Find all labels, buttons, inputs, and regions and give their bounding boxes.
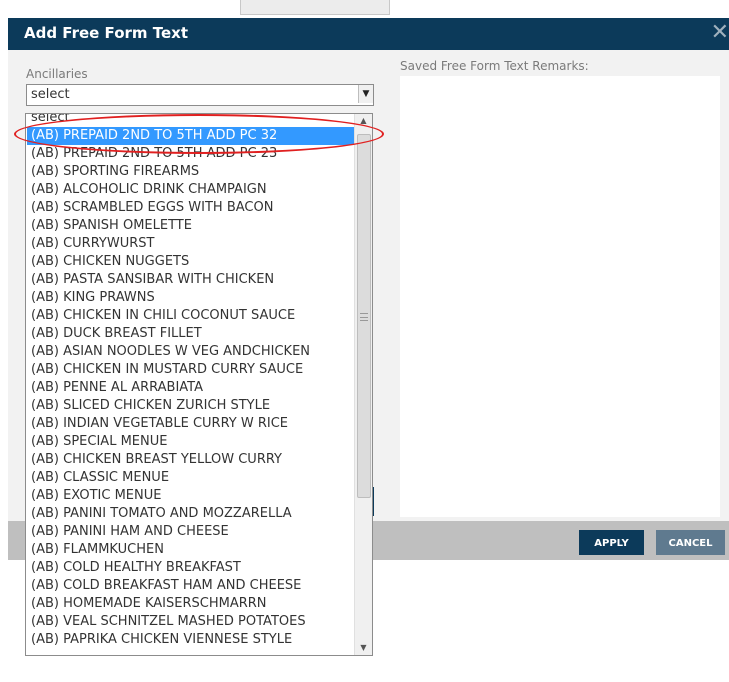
dropdown-option-placeholder[interactable]: select — [27, 114, 357, 127]
dropdown-option[interactable]: (AB) SPANISH OMELETTE — [27, 217, 357, 235]
dropdown-option[interactable]: (AB) KING PRAWNS — [27, 289, 357, 307]
dropdown-option[interactable]: (AB) CHICKEN IN MUSTARD CURRY SAUCE — [27, 361, 357, 379]
dropdown-option[interactable]: (AB) CHICKEN NUGGETS — [27, 253, 357, 271]
dropdown-option[interactable]: (AB) HOMEMADE KAISERSCHMARRN — [27, 595, 357, 613]
scroll-up-icon[interactable]: ▲ — [355, 114, 372, 128]
dropdown-option[interactable]: (AB) PREPAID 2ND TO 5TH ADD PC 23 — [27, 145, 357, 163]
cancel-button[interactable]: CANCEL — [656, 530, 725, 555]
dropdown-option[interactable]: (AB) PASTA SANSIBAR WITH CHICKEN — [27, 271, 357, 289]
ancillaries-dropdown-list[interactable]: (AB) PAPRIKA CHICKEN VIENNESE STYLE (AB) … — [25, 113, 373, 656]
dropdown-arrow-icon[interactable]: ▼ — [358, 85, 373, 103]
dropdown-option[interactable]: (AB) CHICKEN IN CHILI COCONUT SAUCE — [27, 307, 357, 325]
dialog-title: Add Free Form Text — [24, 24, 189, 42]
dropdown-option[interactable]: (AB) ALCOHOLIC DRINK CHAMPAIGN — [27, 181, 357, 199]
dropdown-option[interactable]: (AB) DUCK BREAST FILLET — [27, 325, 357, 343]
dropdown-option[interactable]: (AB) CHICKEN BREAST YELLOW CURRY — [27, 451, 357, 469]
dropdown-option[interactable]: (AB) COLD BREAKFAST HAM AND CHEESE — [27, 577, 357, 595]
scroll-thumb[interactable] — [357, 134, 371, 498]
dropdown-option[interactable]: (AB) PANINI TOMATO AND MOZZARELLA — [27, 505, 357, 523]
background-page-strip — [0, 0, 729, 18]
dropdown-option[interactable]: (AB) COLD HEALTHY BREAKFAST — [27, 559, 357, 577]
dropdown-option[interactable]: (AB) CLASSIC MENUE — [27, 469, 357, 487]
dropdown-option[interactable]: (AB) CURRYWURST — [27, 235, 357, 253]
saved-remarks-label: Saved Free Form Text Remarks: — [400, 59, 589, 73]
dropdown-option[interactable]: (AB) PREPAID 2ND TO 5TH ADD PC 32 — [27, 127, 357, 145]
saved-remarks-area[interactable] — [400, 76, 720, 517]
background-tab — [240, 0, 390, 15]
dropdown-option[interactable]: (AB) SPORTING FIREARMS — [27, 163, 357, 181]
dialog-header: Add Free Form Text ✕ — [8, 18, 729, 50]
scroll-down-icon[interactable]: ▼ — [355, 641, 372, 655]
dropdown-option[interactable]: (AB) SCRAMBLED EGGS WITH BACON — [27, 199, 357, 217]
dropdown-option[interactable]: (AB) FLAMMKUCHEN — [27, 541, 357, 559]
ancillaries-select[interactable]: select ▼ — [26, 84, 374, 106]
dropdown-option[interactable]: (AB) PENNE AL ARRABIATA — [27, 379, 357, 397]
dropdown-option[interactable]: (AB) PANINI HAM AND CHEESE — [27, 523, 357, 541]
dropdown-option[interactable]: (AB) INDIAN VEGETABLE CURRY W RICE — [27, 415, 357, 433]
dropdown-option[interactable]: (AB) EXOTIC MENUE — [27, 487, 357, 505]
dropdown-option[interactable]: (AB) SPECIAL MENUE — [27, 433, 357, 451]
grip-icon — [360, 313, 368, 321]
ancillaries-label: Ancillaries — [26, 67, 88, 81]
dropdown-scrollbar[interactable]: ▲ ▼ — [354, 114, 372, 655]
dropdown-option[interactable]: (AB) PAPRIKA CHICKEN VIENNESE STYLE — [27, 631, 357, 649]
close-icon[interactable]: ✕ — [711, 20, 729, 45]
dropdown-option[interactable]: (AB) ASIAN NOODLES W VEG ANDCHICKEN — [27, 343, 357, 361]
dropdown-option[interactable]: (AB) SLICED CHICKEN ZURICH STYLE — [27, 397, 357, 415]
apply-button[interactable]: APPLY — [579, 530, 644, 555]
ancillaries-select-value: select — [31, 87, 70, 102]
dropdown-option[interactable]: (AB) VEAL SCHNITZEL MASHED POTATOES — [27, 613, 357, 631]
